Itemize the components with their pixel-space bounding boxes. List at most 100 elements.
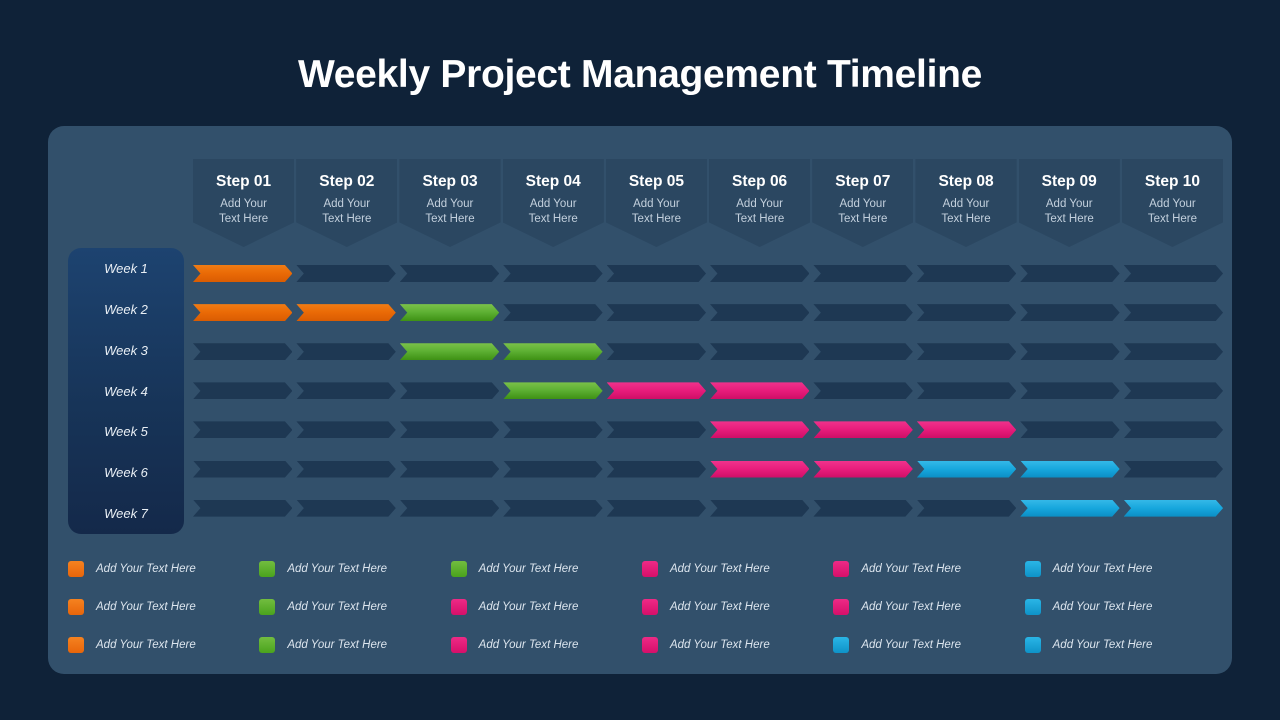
timeline-cell-empty[interactable] <box>710 304 810 322</box>
legend-item[interactable]: Add Your Text Here <box>68 588 259 626</box>
legend-item[interactable]: Add Your Text Here <box>1024 626 1216 664</box>
legend-item[interactable]: Add Your Text Here <box>833 626 1024 664</box>
timeline-cell-empty[interactable] <box>916 265 1017 283</box>
timeline-cell-empty[interactable] <box>296 265 396 283</box>
timeline-cell-empty[interactable] <box>606 499 707 517</box>
timeline-cell-empty[interactable] <box>916 304 1017 322</box>
legend-item[interactable]: Add Your Text Here <box>641 550 833 588</box>
legend-item[interactable]: Add Your Text Here <box>450 588 642 626</box>
step-card-08[interactable]: Step 08 Add Your Text Here <box>915 159 1017 247</box>
timeline-cell-empty[interactable] <box>813 499 913 517</box>
legend-item[interactable]: Add Your Text Here <box>833 588 1024 626</box>
timeline-cell-empty[interactable] <box>606 265 707 283</box>
timeline-cell-empty[interactable] <box>606 421 707 439</box>
timeline-cell-empty[interactable] <box>193 343 293 361</box>
timeline-cell-empty[interactable] <box>296 460 396 478</box>
timeline-cell-orange[interactable] <box>193 304 293 322</box>
timeline-cell-empty[interactable] <box>503 460 603 478</box>
step-card-10[interactable]: Step 10 Add Your Text Here <box>1121 159 1224 247</box>
legend-item[interactable]: Add Your Text Here <box>833 550 1024 588</box>
week-label-2[interactable]: Week 2 <box>68 289 184 330</box>
week-label-1[interactable]: Week 1 <box>68 248 184 289</box>
legend-item[interactable]: Add Your Text Here <box>68 550 259 588</box>
timeline-cell-pink[interactable] <box>606 382 707 400</box>
step-card-01[interactable]: Step 01 Add Your Text Here <box>193 159 295 247</box>
timeline-cell-empty[interactable] <box>1123 460 1224 478</box>
legend-item[interactable]: Add Your Text Here <box>1024 588 1216 626</box>
timeline-cell-empty[interactable] <box>193 460 293 478</box>
week-label-7[interactable]: Week 7 <box>68 493 184 534</box>
timeline-cell-green[interactable] <box>503 343 603 361</box>
timeline-cell-empty[interactable] <box>193 382 293 400</box>
timeline-cell-empty[interactable] <box>710 499 810 517</box>
timeline-cell-empty[interactable] <box>1020 265 1120 283</box>
legend-item[interactable]: Add Your Text Here <box>259 550 450 588</box>
timeline-cell-empty[interactable] <box>1020 343 1120 361</box>
step-card-06[interactable]: Step 06 Add Your Text Here <box>709 159 811 247</box>
timeline-cell-orange[interactable] <box>296 304 396 322</box>
timeline-cell-empty[interactable] <box>193 499 293 517</box>
timeline-cell-empty[interactable] <box>1123 421 1224 439</box>
timeline-cell-empty[interactable] <box>916 382 1017 400</box>
timeline-cell-empty[interactable] <box>1123 343 1224 361</box>
timeline-cell-empty[interactable] <box>1020 304 1120 322</box>
timeline-cell-empty[interactable] <box>296 382 396 400</box>
legend-item[interactable]: Add Your Text Here <box>259 588 450 626</box>
timeline-cell-green[interactable] <box>399 304 500 322</box>
week-label-4[interactable]: Week 4 <box>68 371 184 412</box>
timeline-cell-empty[interactable] <box>813 265 913 283</box>
timeline-cell-orange[interactable] <box>193 265 293 283</box>
timeline-cell-empty[interactable] <box>1020 421 1120 439</box>
timeline-cell-empty[interactable] <box>813 343 913 361</box>
legend-item[interactable]: Add Your Text Here <box>450 626 642 664</box>
timeline-cell-empty[interactable] <box>1020 382 1120 400</box>
timeline-cell-empty[interactable] <box>503 421 603 439</box>
timeline-cell-green[interactable] <box>399 343 500 361</box>
timeline-cell-empty[interactable] <box>1123 304 1224 322</box>
step-card-02[interactable]: Step 02 Add Your Text Here <box>296 159 398 247</box>
step-card-03[interactable]: Step 03 Add Your Text Here <box>399 159 501 247</box>
timeline-cell-cyan[interactable] <box>1020 499 1120 517</box>
timeline-cell-pink[interactable] <box>710 421 810 439</box>
timeline-cell-cyan[interactable] <box>1020 460 1120 478</box>
timeline-cell-empty[interactable] <box>193 421 293 439</box>
timeline-cell-empty[interactable] <box>399 421 500 439</box>
timeline-cell-empty[interactable] <box>503 304 603 322</box>
timeline-cell-empty[interactable] <box>606 460 707 478</box>
timeline-cell-empty[interactable] <box>710 343 810 361</box>
timeline-cell-green[interactable] <box>503 382 603 400</box>
timeline-cell-empty[interactable] <box>399 265 500 283</box>
timeline-cell-pink[interactable] <box>813 460 913 478</box>
timeline-cell-empty[interactable] <box>296 421 396 439</box>
step-card-07[interactable]: Step 07 Add Your Text Here <box>812 159 914 247</box>
timeline-cell-empty[interactable] <box>813 304 913 322</box>
legend-item[interactable]: Add Your Text Here <box>259 626 450 664</box>
week-label-6[interactable]: Week 6 <box>68 452 184 493</box>
timeline-cell-empty[interactable] <box>503 265 603 283</box>
timeline-cell-pink[interactable] <box>813 421 913 439</box>
timeline-cell-pink[interactable] <box>710 382 810 400</box>
timeline-cell-empty[interactable] <box>399 499 500 517</box>
legend-item[interactable]: Add Your Text Here <box>1024 550 1216 588</box>
timeline-cell-empty[interactable] <box>916 343 1017 361</box>
week-label-3[interactable]: Week 3 <box>68 330 184 371</box>
step-card-05[interactable]: Step 05 Add Your Text Here <box>605 159 708 247</box>
timeline-cell-empty[interactable] <box>813 382 913 400</box>
week-label-5[interactable]: Week 5 <box>68 411 184 452</box>
timeline-cell-empty[interactable] <box>606 304 707 322</box>
step-card-09[interactable]: Step 09 Add Your Text Here <box>1018 159 1120 247</box>
timeline-cell-empty[interactable] <box>399 382 500 400</box>
timeline-cell-cyan[interactable] <box>1123 499 1224 517</box>
timeline-cell-empty[interactable] <box>296 499 396 517</box>
timeline-cell-cyan[interactable] <box>916 460 1017 478</box>
timeline-cell-empty[interactable] <box>399 460 500 478</box>
step-card-04[interactable]: Step 04 Add Your Text Here <box>502 159 604 247</box>
timeline-cell-empty[interactable] <box>606 343 707 361</box>
legend-item[interactable]: Add Your Text Here <box>68 626 259 664</box>
legend-item[interactable]: Add Your Text Here <box>641 626 833 664</box>
timeline-cell-pink[interactable] <box>710 460 810 478</box>
legend-item[interactable]: Add Your Text Here <box>450 550 642 588</box>
legend-item[interactable]: Add Your Text Here <box>641 588 833 626</box>
timeline-cell-empty[interactable] <box>916 499 1017 517</box>
timeline-cell-empty[interactable] <box>296 343 396 361</box>
